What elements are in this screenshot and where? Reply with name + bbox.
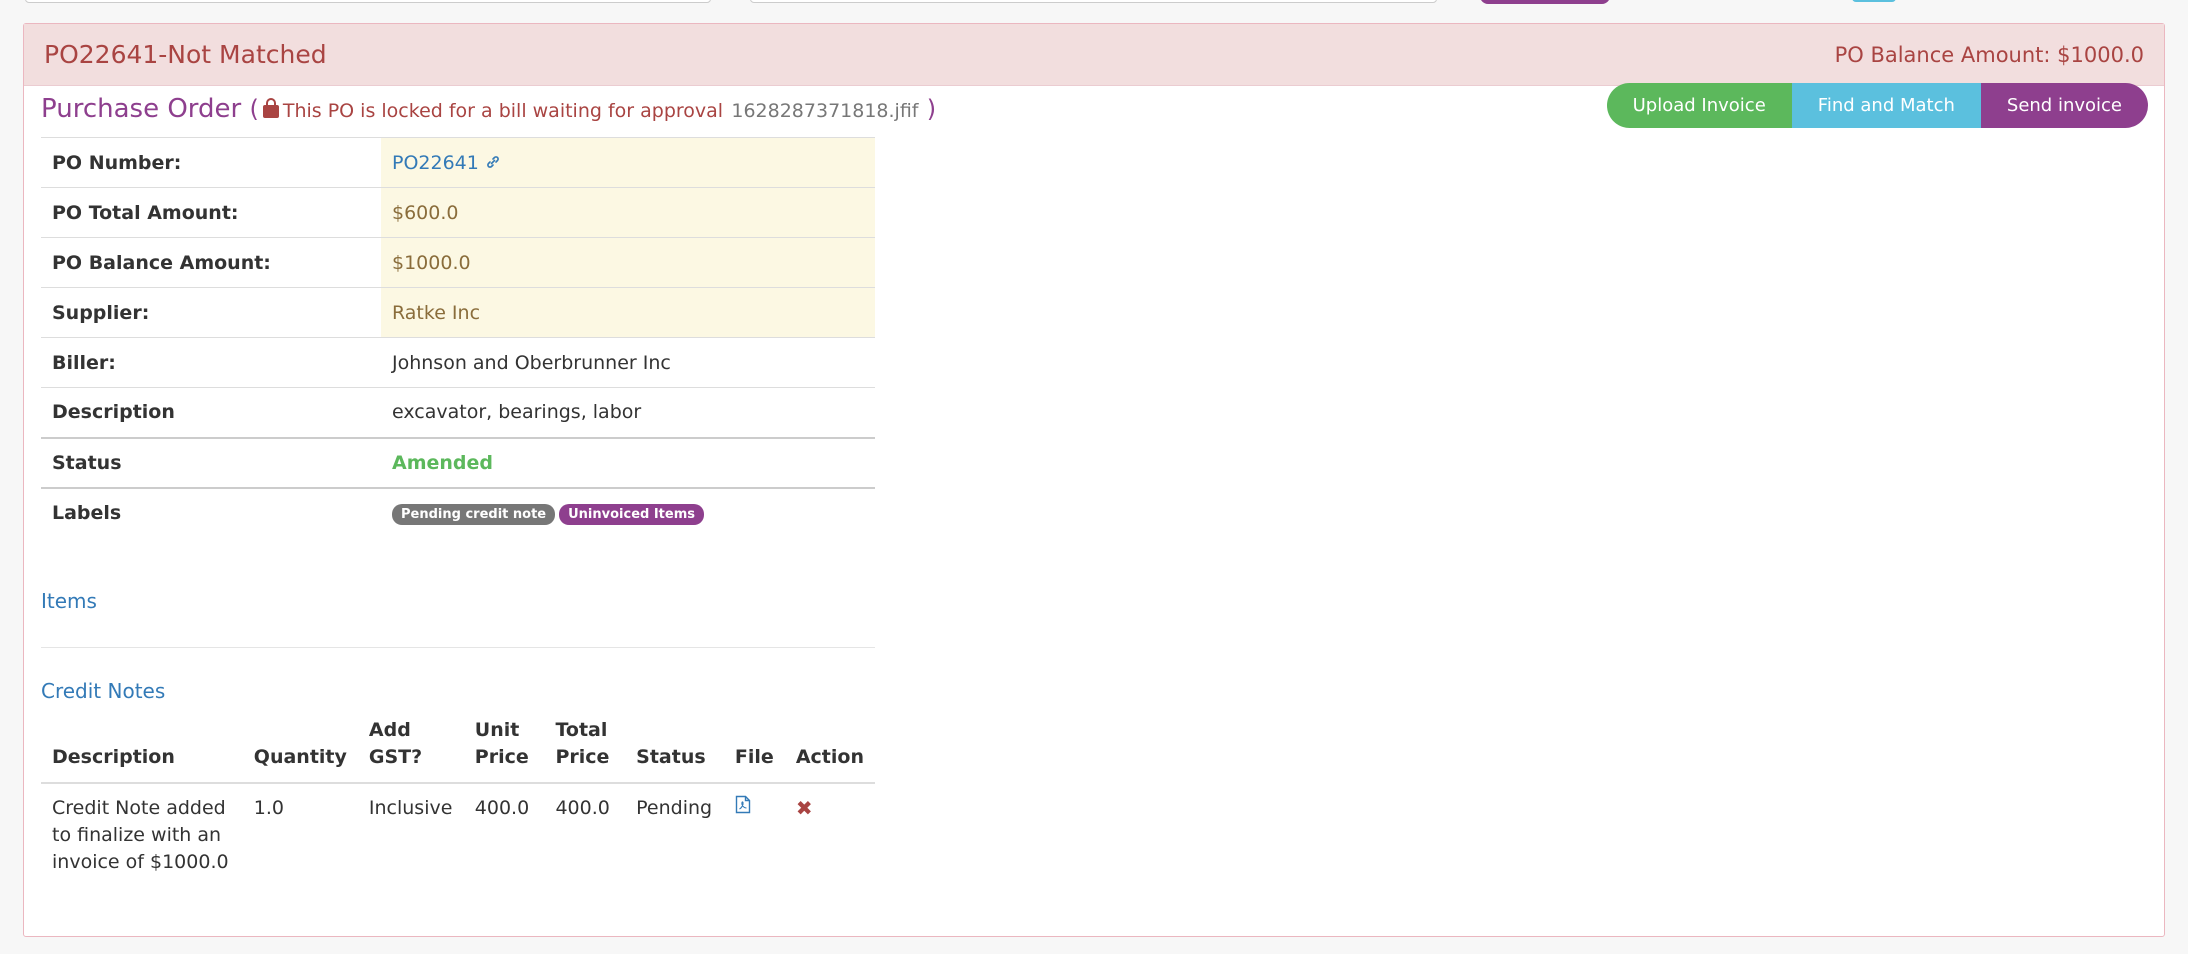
- action-button-group: Upload Invoice Find and Match Send invoi…: [1606, 83, 2148, 128]
- lock-icon: [262, 98, 279, 118]
- row-biller: Biller: Johnson and Oberbrunner Inc: [41, 337, 875, 388]
- send-invoice-button[interactable]: Send invoice: [1980, 83, 2148, 128]
- section-divider: [41, 647, 875, 648]
- filter-input-2[interactable]: [750, 0, 1437, 3]
- total-value: $600.0: [381, 187, 875, 238]
- cn-description: Credit Note added to finalize with an in…: [52, 797, 229, 873]
- col-action: Action: [784, 717, 875, 784]
- balance-label: PO Balance Amount:: [41, 237, 381, 288]
- total-label: PO Total Amount:: [41, 187, 381, 238]
- col-description: Description: [41, 717, 243, 784]
- cn-unit-price: 400.0: [474, 797, 530, 819]
- labels-label: Labels: [41, 486, 381, 538]
- col-total-price: Total Price: [544, 717, 626, 784]
- paren-open: (: [249, 95, 259, 123]
- paren-close: ): [926, 95, 937, 123]
- row-supplier: Supplier: Ratke Inc: [41, 287, 875, 338]
- row-total: PO Total Amount: $600.0: [41, 187, 875, 238]
- cn-quantity: 1.0: [253, 797, 285, 819]
- balance-value: $1000.0: [381, 237, 875, 288]
- cn-action-cell: ✖: [785, 783, 875, 887]
- filter-input-1[interactable]: [25, 0, 711, 3]
- status-value: Amended: [381, 436, 875, 488]
- top-secondary-button[interactable]: [1852, 0, 1896, 2]
- label-badge-pending-credit-note: Pending credit note: [392, 504, 556, 525]
- table-row: Credit Note added to finalize with an in…: [41, 783, 875, 887]
- panel-heading: PO22641-Not Matched PO Balance Amount: $…: [24, 24, 2164, 86]
- labels-cell: Pending credit note Uninvoiced Items: [381, 486, 875, 538]
- credit-notes-link[interactable]: Credit Notes: [41, 679, 165, 703]
- link-icon[interactable]: [485, 154, 501, 170]
- upload-invoice-button[interactable]: Upload Invoice: [1606, 83, 1792, 128]
- col-unit-price: Unit Price: [463, 717, 545, 784]
- status-label: Status: [41, 436, 381, 488]
- col-file: File: [723, 717, 785, 784]
- cn-total-price: 400.0: [555, 797, 610, 819]
- cn-status: Pending: [636, 797, 713, 819]
- credit-notes-header-row: Description Quantity Add GST? Unit Price…: [41, 717, 875, 784]
- po-heading-text: Purchase Order: [41, 94, 242, 124]
- row-status: Status Amended: [41, 436, 875, 488]
- description-label: Description: [41, 387, 381, 438]
- items-link[interactable]: Items: [41, 589, 97, 613]
- supplier-value: Ratke Inc: [381, 287, 875, 338]
- supplier-label: Supplier:: [41, 287, 381, 338]
- biller-value: Johnson and Oberbrunner Inc: [381, 337, 875, 388]
- biller-label: Biller:: [41, 337, 381, 388]
- po-number-label: PO Number:: [41, 137, 381, 188]
- cn-file-cell: [724, 783, 785, 887]
- purchase-order-heading: Purchase Order ( This PO is locked for a …: [41, 94, 936, 124]
- row-balance: PO Balance Amount: $1000.0: [41, 237, 875, 288]
- delete-icon[interactable]: ✖: [796, 796, 813, 820]
- cn-gst: Inclusive: [368, 797, 453, 819]
- pdf-file-icon[interactable]: [735, 795, 751, 814]
- po-number-link[interactable]: PO22641: [392, 152, 479, 174]
- po-number-cell: PO22641: [381, 137, 875, 188]
- top-action-button[interactable]: [1480, 0, 1610, 4]
- credit-notes-table: Description Quantity Add GST? Unit Price…: [41, 717, 875, 887]
- po-details-table: PO Number: PO22641 PO Total Amount: $600…: [41, 137, 875, 538]
- panel-title: PO22641-Not Matched: [44, 40, 327, 69]
- locked-file-name[interactable]: 1628287371818.jfif: [731, 100, 918, 122]
- col-quantity: Quantity: [242, 717, 358, 784]
- top-toolbar-remnant: [0, 0, 2188, 22]
- col-status: Status: [625, 717, 724, 784]
- label-badge-uninvoiced-items: Uninvoiced Items: [559, 504, 704, 525]
- row-labels: Labels Pending credit note Uninvoiced Ite…: [41, 486, 875, 538]
- lock-message: This PO is locked for a bill waiting for…: [282, 100, 724, 122]
- find-and-match-button[interactable]: Find and Match: [1791, 83, 1981, 128]
- row-description: Description excavator, bearings, labor: [41, 387, 875, 438]
- col-gst: Add GST?: [357, 717, 464, 784]
- row-po-number: PO Number: PO22641: [41, 137, 875, 188]
- panel-balance: PO Balance Amount: $1000.0: [1834, 42, 2144, 67]
- description-value: excavator, bearings, labor: [381, 387, 875, 438]
